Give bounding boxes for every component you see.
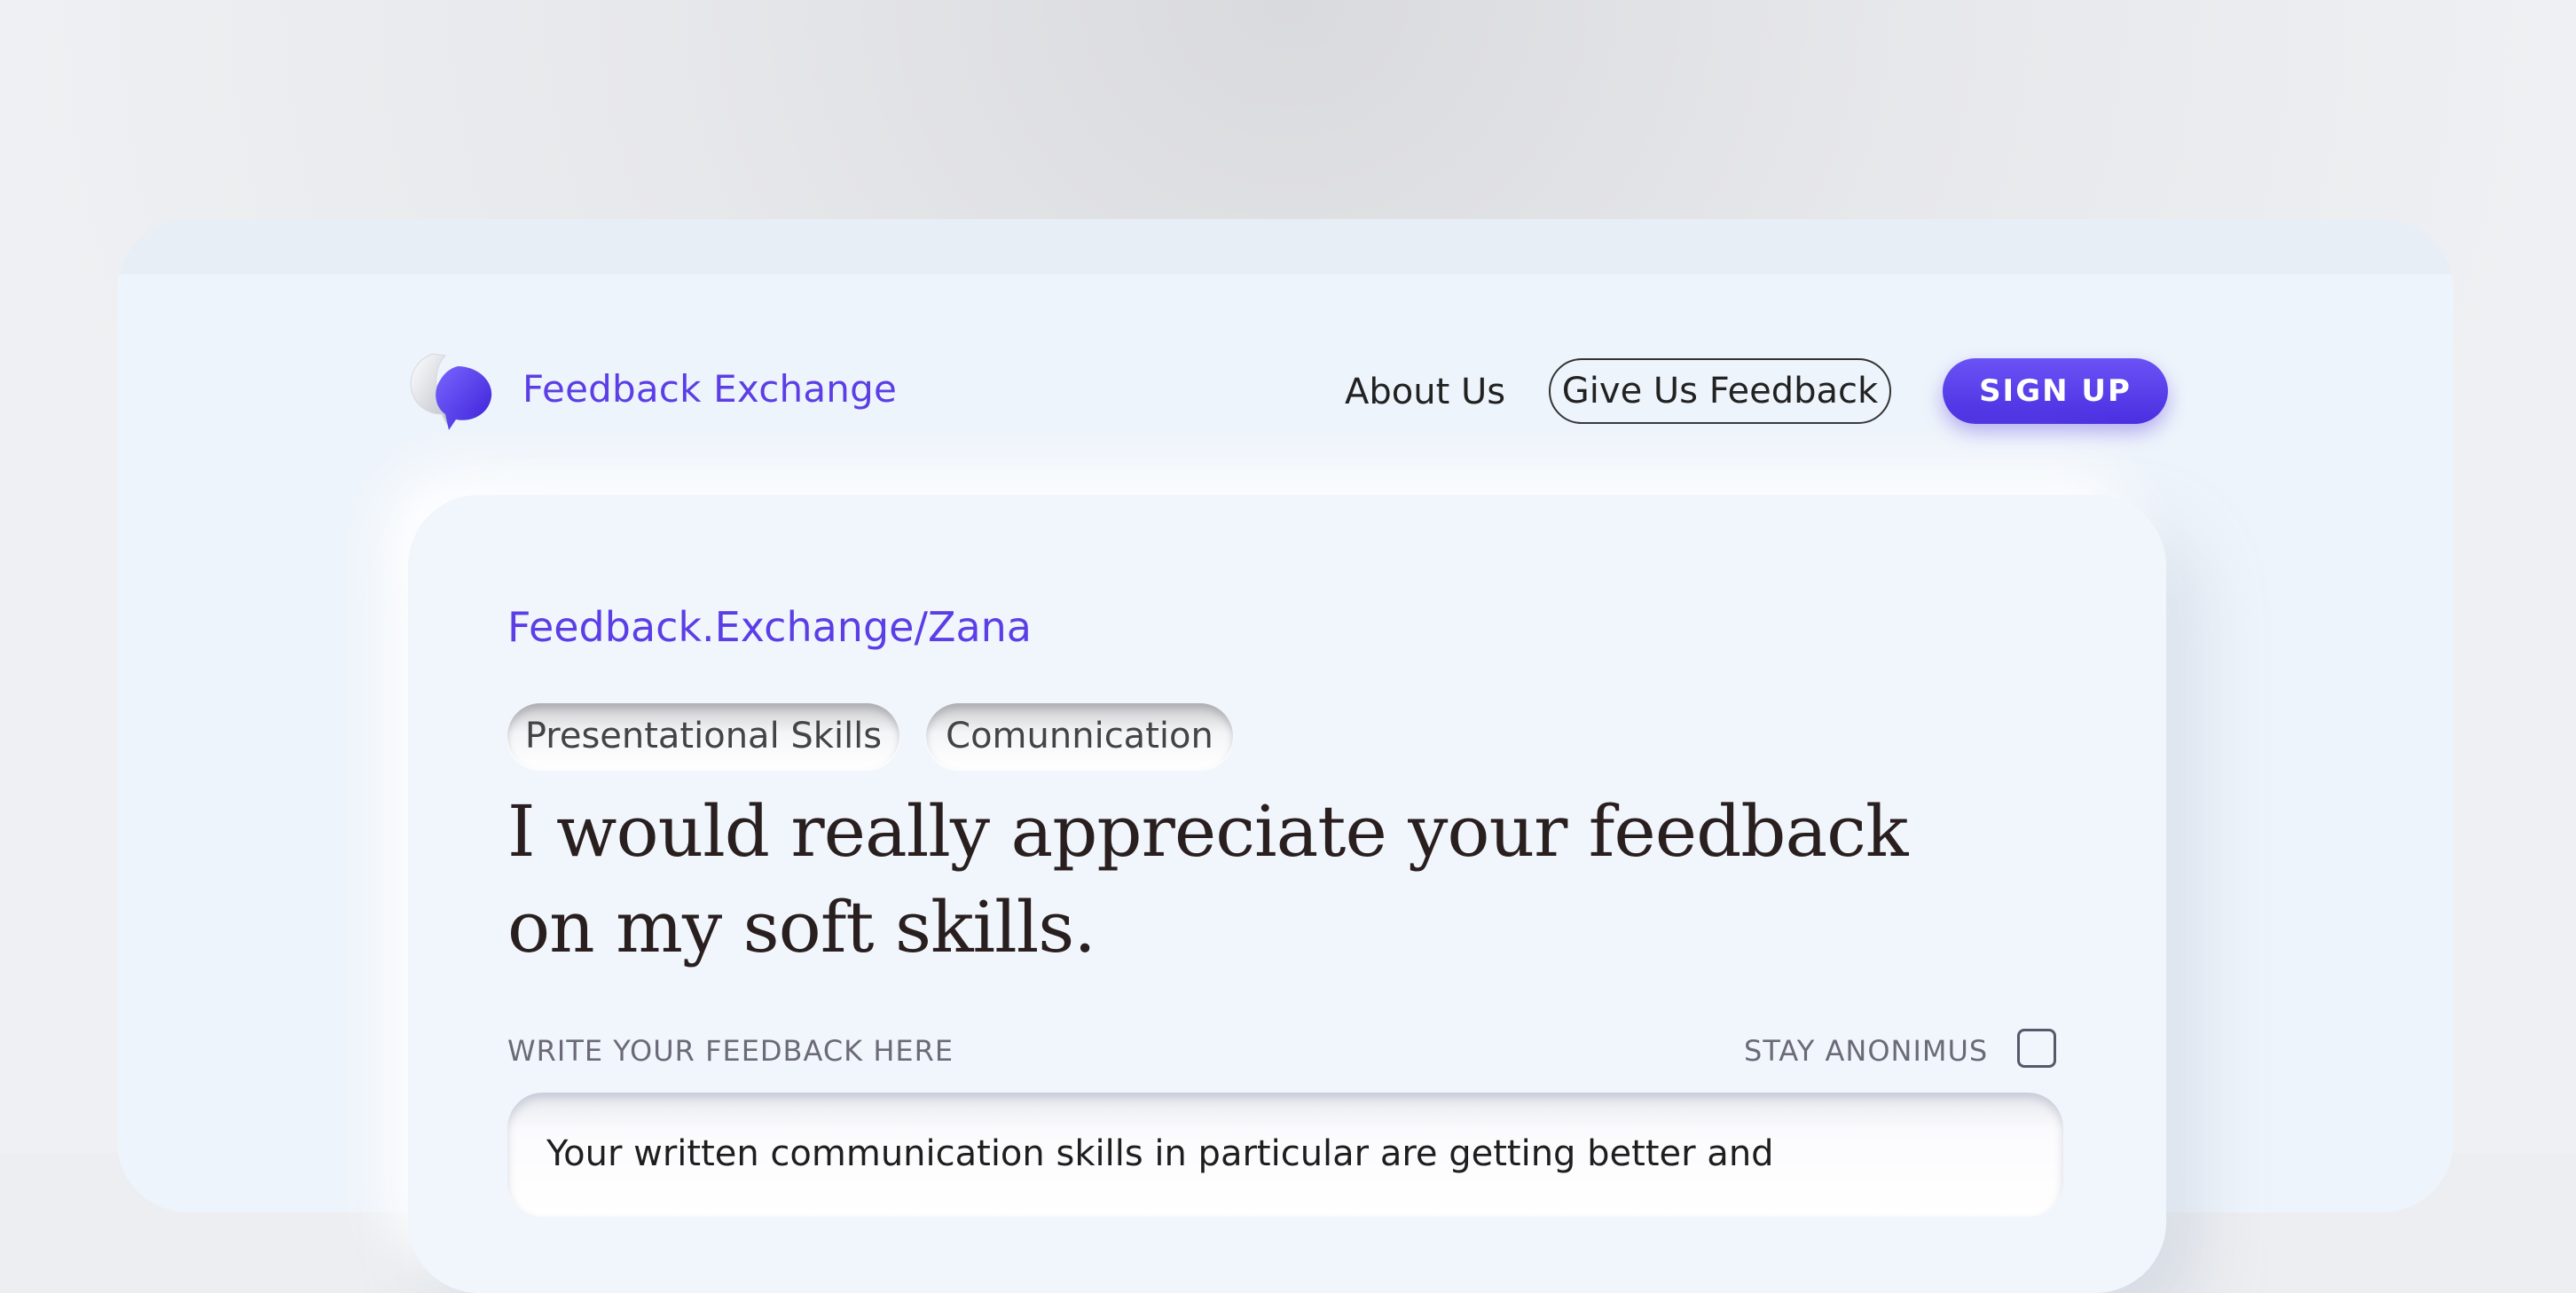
give-us-feedback-button[interactable]: Give Us Feedback [1549,358,1891,424]
tag-label: Presentational Skills [524,716,883,756]
request-headline: I would really appreciate your feedback … [507,790,1908,968]
stay-anonymous-checkbox[interactable] [2017,1029,2056,1068]
write-feedback-label: WRITE YOUR FEEDBACK HERE [507,1034,954,1068]
feedback-textarea[interactable]: Your written communication skills in par… [507,1093,2063,1217]
give-us-feedback-label: Give Us Feedback [1561,371,1879,411]
nav-about-us-link[interactable]: About Us [1345,372,1505,412]
stay-anonymous-label: STAY ANONIMUS [1744,1034,1989,1068]
frame-top-bar [117,219,2454,274]
tag-label: Comunnication [946,716,1213,756]
tag-chip[interactable]: Presentational Skills [507,703,899,769]
brand-name[interactable]: Feedback Exchange [522,367,897,411]
speech-bubbles-logo-icon[interactable] [406,350,499,432]
sign-up-label: SIGN UP [1979,373,2132,409]
sign-up-button[interactable]: SIGN UP [1943,358,2168,424]
profile-link[interactable]: Feedback.Exchange/Zana [507,603,1032,651]
tag-chip[interactable]: Comunnication [926,703,1233,769]
feedback-text: Your written communication skills in par… [546,1133,1774,1174]
